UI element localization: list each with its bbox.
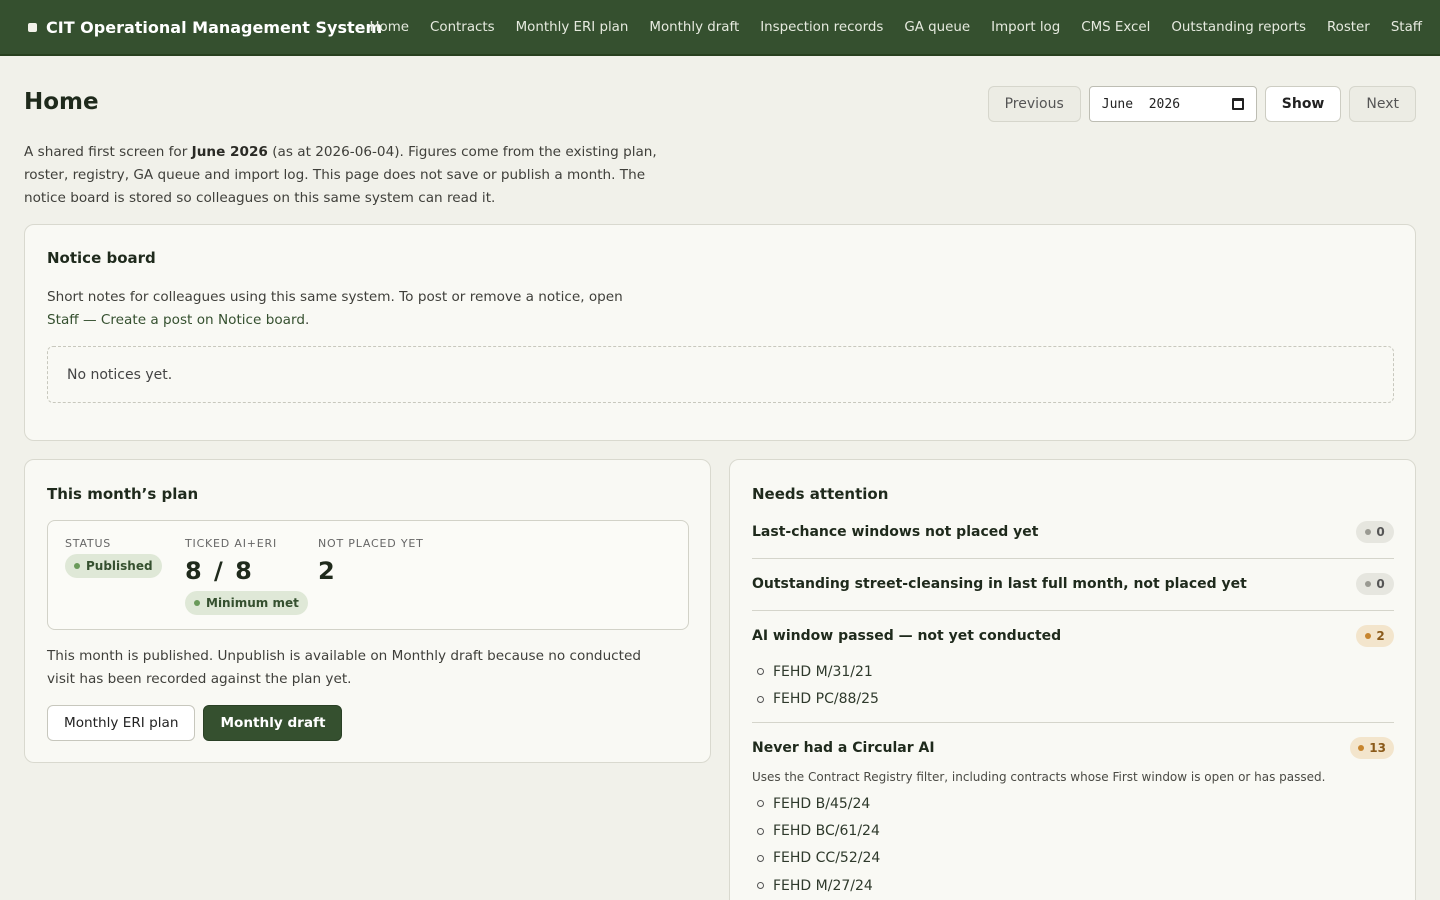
list-item[interactable]: FEHD M/27/24 bbox=[752, 872, 1394, 899]
attention-description: Uses the Contract Registry filter, inclu… bbox=[752, 770, 1326, 784]
nav-staff[interactable]: Staff bbox=[1391, 20, 1422, 35]
not-placed-label: NOT PLACED YET bbox=[318, 537, 424, 550]
nav-roster[interactable]: Roster bbox=[1327, 20, 1370, 35]
contract-ref: FEHD CC/52/24 bbox=[773, 850, 881, 867]
nav-cms-excel[interactable]: CMS Excel bbox=[1081, 20, 1150, 35]
bullet-ring-icon bbox=[757, 695, 764, 703]
monthly-draft-button[interactable]: Monthly draft bbox=[203, 705, 343, 741]
nav-outstanding-reports[interactable]: Outstanding reports bbox=[1171, 20, 1306, 35]
calendar-icon[interactable] bbox=[1231, 98, 1244, 110]
ticked-label: TICKED AI+ERI bbox=[185, 537, 277, 550]
nav-ga-queue[interactable]: GA queue bbox=[904, 20, 970, 35]
notice-board-description: Short notes for colleagues using this sa… bbox=[47, 286, 657, 332]
app-brand[interactable]: CIT Operational Management System bbox=[28, 0, 382, 54]
nav-import-log[interactable]: Import log bbox=[991, 20, 1060, 35]
attention-item: Last-chance windows not placed yet 0 bbox=[752, 521, 1394, 543]
attention-heading[interactable]: Never had a Circular AI bbox=[752, 740, 935, 756]
contract-ref: FEHD BC/61/24 bbox=[773, 823, 880, 840]
count-badge: 0 bbox=[1356, 521, 1394, 543]
plan-actions: Monthly ERI plan Monthly draft bbox=[47, 705, 343, 741]
contract-list: FEHD M/31/21 FEHD PC/88/25 bbox=[752, 658, 1394, 713]
intro-part1: A shared first screen for bbox=[24, 144, 192, 160]
list-item[interactable]: FEHD BC/61/24 bbox=[752, 817, 1394, 844]
minimum-dot-icon bbox=[194, 600, 200, 606]
divider bbox=[752, 722, 1394, 723]
notice-board-card: Notice board Short notes for colleagues … bbox=[24, 224, 1416, 441]
ticked-value: 8 / 8 bbox=[185, 557, 254, 585]
list-item[interactable]: FEHD B/45/24 bbox=[752, 790, 1394, 817]
nav-home[interactable]: Home bbox=[369, 20, 409, 35]
attention-heading[interactable]: AI window passed — not yet conducted bbox=[752, 628, 1061, 644]
bullet-ring-icon bbox=[757, 668, 764, 676]
contract-ref: FEHD M/31/21 bbox=[773, 663, 873, 680]
bullet-ring-icon bbox=[757, 800, 764, 808]
minimum-met-text: Minimum met bbox=[206, 596, 299, 610]
next-month-button[interactable]: Next bbox=[1349, 86, 1416, 122]
monthly-plan-card: This month’s plan STATUS Published TICKE… bbox=[24, 459, 711, 763]
status-label: STATUS bbox=[65, 537, 112, 550]
list-item[interactable]: FEHD CC/52/24 bbox=[752, 845, 1394, 872]
nav-contracts[interactable]: Contracts bbox=[430, 20, 495, 35]
list-item[interactable]: FEHD M/31/21 bbox=[752, 658, 1394, 685]
month-picker-input[interactable]: June 2026 bbox=[1088, 86, 1257, 122]
contract-ref: FEHD M/27/24 bbox=[773, 877, 873, 894]
status-badge: Published bbox=[65, 554, 162, 578]
notice-empty-state: No notices yet. bbox=[47, 346, 1394, 403]
intro-text: A shared first screen for June 2026 (as … bbox=[24, 141, 664, 210]
status-value: Published bbox=[86, 559, 153, 573]
plan-note: This month is published. Unpublish is av… bbox=[47, 648, 641, 687]
attention-item: AI window passed — not yet conducted 2 F… bbox=[752, 625, 1394, 713]
bullet-ring-icon bbox=[757, 854, 764, 862]
count-badge: 13 bbox=[1350, 737, 1394, 759]
divider bbox=[752, 558, 1394, 559]
attention-item: Outstanding street-cleansing in last ful… bbox=[752, 573, 1394, 595]
top-bar: CIT Operational Management System Home C… bbox=[0, 0, 1440, 56]
month-controls: Previous June 2026 Show Next bbox=[987, 86, 1416, 122]
main-nav: Home Contracts Monthly ERI plan Monthly … bbox=[369, 0, 1422, 54]
needs-attention-card: Needs attention Last-chance windows not … bbox=[729, 459, 1416, 900]
not-placed-value: 2 bbox=[318, 557, 335, 585]
attention-heading[interactable]: Outstanding street-cleansing in last ful… bbox=[752, 576, 1247, 592]
app-title: CIT Operational Management System bbox=[46, 17, 383, 37]
show-button[interactable]: Show bbox=[1264, 86, 1342, 122]
count-badge: 0 bbox=[1356, 573, 1394, 595]
count-value: 13 bbox=[1369, 741, 1386, 755]
count-value: 2 bbox=[1376, 629, 1385, 643]
divider bbox=[752, 610, 1394, 611]
intro-month: June 2026 bbox=[191, 144, 268, 160]
monthly-eri-plan-button[interactable]: Monthly ERI plan bbox=[47, 705, 196, 741]
status-dot-icon bbox=[74, 563, 80, 569]
nav-monthly-draft[interactable]: Monthly draft bbox=[649, 20, 739, 35]
bullet-ring-icon bbox=[757, 882, 764, 890]
attention-heading[interactable]: Last-chance windows not placed yet bbox=[752, 524, 1038, 540]
nav-monthly-eri-plan[interactable]: Monthly ERI plan bbox=[516, 20, 629, 35]
bullet-ring-icon bbox=[757, 827, 764, 835]
attention-title: Needs attention bbox=[752, 485, 889, 503]
staff-notice-link[interactable]: Staff — Create a post on Notice board bbox=[47, 312, 305, 328]
plan-title: This month’s plan bbox=[47, 485, 199, 503]
notice-desc-text: Short notes for colleagues using this sa… bbox=[47, 289, 623, 305]
count-badge: 2 bbox=[1356, 625, 1394, 647]
previous-month-button[interactable]: Previous bbox=[987, 86, 1081, 122]
count-value: 0 bbox=[1376, 577, 1385, 591]
notice-desc-end: . bbox=[304, 312, 310, 328]
count-value: 0 bbox=[1376, 525, 1385, 539]
page-title: Home bbox=[24, 89, 99, 115]
contract-ref: FEHD PC/88/25 bbox=[773, 691, 879, 708]
count-dot-icon bbox=[1358, 745, 1365, 751]
nav-inspection-records[interactable]: Inspection records bbox=[760, 20, 883, 35]
notice-board-title: Notice board bbox=[47, 249, 156, 267]
month-picker-value: June 2026 bbox=[1101, 96, 1181, 112]
contract-list: FEHD B/45/24 FEHD BC/61/24 FEHD CC/52/24… bbox=[752, 790, 1394, 900]
attention-item: Never had a Circular AI 13 Uses the Cont… bbox=[752, 737, 1394, 900]
count-dot-icon bbox=[1365, 633, 1372, 639]
contract-ref: FEHD B/45/24 bbox=[773, 795, 871, 812]
count-dot-icon bbox=[1365, 581, 1372, 587]
plan-stats: STATUS Published TICKED AI+ERI 8 / 8 Min… bbox=[47, 520, 689, 630]
list-item[interactable]: FEHD PC/88/25 bbox=[752, 685, 1394, 712]
count-dot-icon bbox=[1365, 529, 1372, 535]
brand-square-icon bbox=[28, 22, 37, 32]
minimum-met-badge: Minimum met bbox=[185, 591, 308, 615]
